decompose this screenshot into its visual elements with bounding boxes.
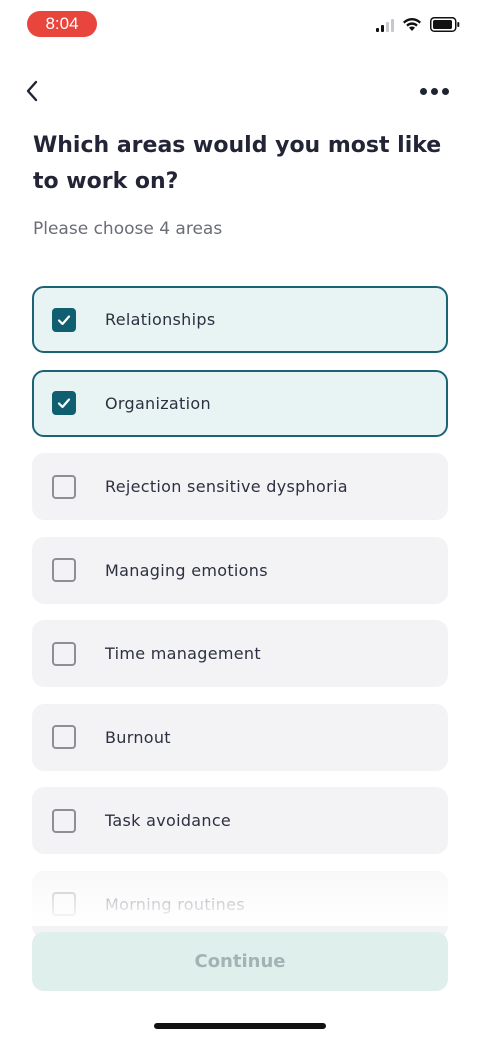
option-label: Burnout bbox=[105, 727, 171, 747]
back-button[interactable] bbox=[18, 76, 46, 106]
checkbox-icon[interactable] bbox=[52, 641, 76, 666]
option-managing-emotions[interactable]: Managing emotions bbox=[32, 536, 448, 604]
option-label: Organization bbox=[105, 393, 211, 413]
option-label: Time management bbox=[105, 644, 261, 663]
checkbox-icon[interactable] bbox=[52, 558, 76, 582]
battery-icon bbox=[430, 17, 460, 32]
signal-icon bbox=[376, 18, 394, 32]
home-indicator[interactable] bbox=[154, 1023, 326, 1029]
checkbox-icon[interactable] bbox=[52, 474, 76, 499]
status-time: 8:04 bbox=[27, 11, 97, 37]
option-organization[interactable]: Organization bbox=[32, 369, 448, 437]
option-label: Managing emotions bbox=[105, 560, 268, 580]
more-dots-icon bbox=[419, 87, 427, 95]
option-task-avoidance[interactable]: Task avoidance bbox=[32, 787, 448, 854]
checkbox-icon[interactable] bbox=[52, 808, 76, 833]
option-label: Task avoidance bbox=[105, 811, 232, 830]
checkbox-icon[interactable] bbox=[52, 725, 76, 749]
wifi-icon bbox=[403, 17, 421, 31]
page-subtitle: Please choose 4 areas bbox=[33, 219, 223, 239]
chevron-left-icon bbox=[26, 80, 38, 102]
option-label: Relationships bbox=[105, 310, 216, 329]
status-icons bbox=[376, 17, 460, 32]
page-title: Which areas would you most like to work … bbox=[33, 133, 442, 194]
status-bar: 8:04 bbox=[0, 0, 480, 48]
option-time-management[interactable]: Time management bbox=[32, 620, 448, 687]
option-label: Morning routines bbox=[105, 894, 245, 914]
option-morning-routines[interactable]: Morning routines bbox=[32, 870, 448, 938]
option-relationships[interactable]: Relationships bbox=[32, 286, 448, 353]
checkbox-checked-icon[interactable] bbox=[52, 307, 76, 332]
option-label: Rejection sensitive dysphoria bbox=[105, 477, 348, 496]
option-burnout[interactable]: Burnout bbox=[32, 703, 448, 771]
option-rejection-sensitive-dysphoria[interactable]: Rejection sensitive dysphoria bbox=[32, 453, 448, 520]
checkbox-icon[interactable] bbox=[52, 892, 76, 916]
continue-button[interactable]: Continue bbox=[32, 932, 448, 991]
options-list: Relationships Organization Rejection sen… bbox=[32, 286, 448, 954]
more-options-button[interactable] bbox=[418, 80, 450, 102]
checkbox-checked-icon[interactable] bbox=[52, 391, 76, 415]
